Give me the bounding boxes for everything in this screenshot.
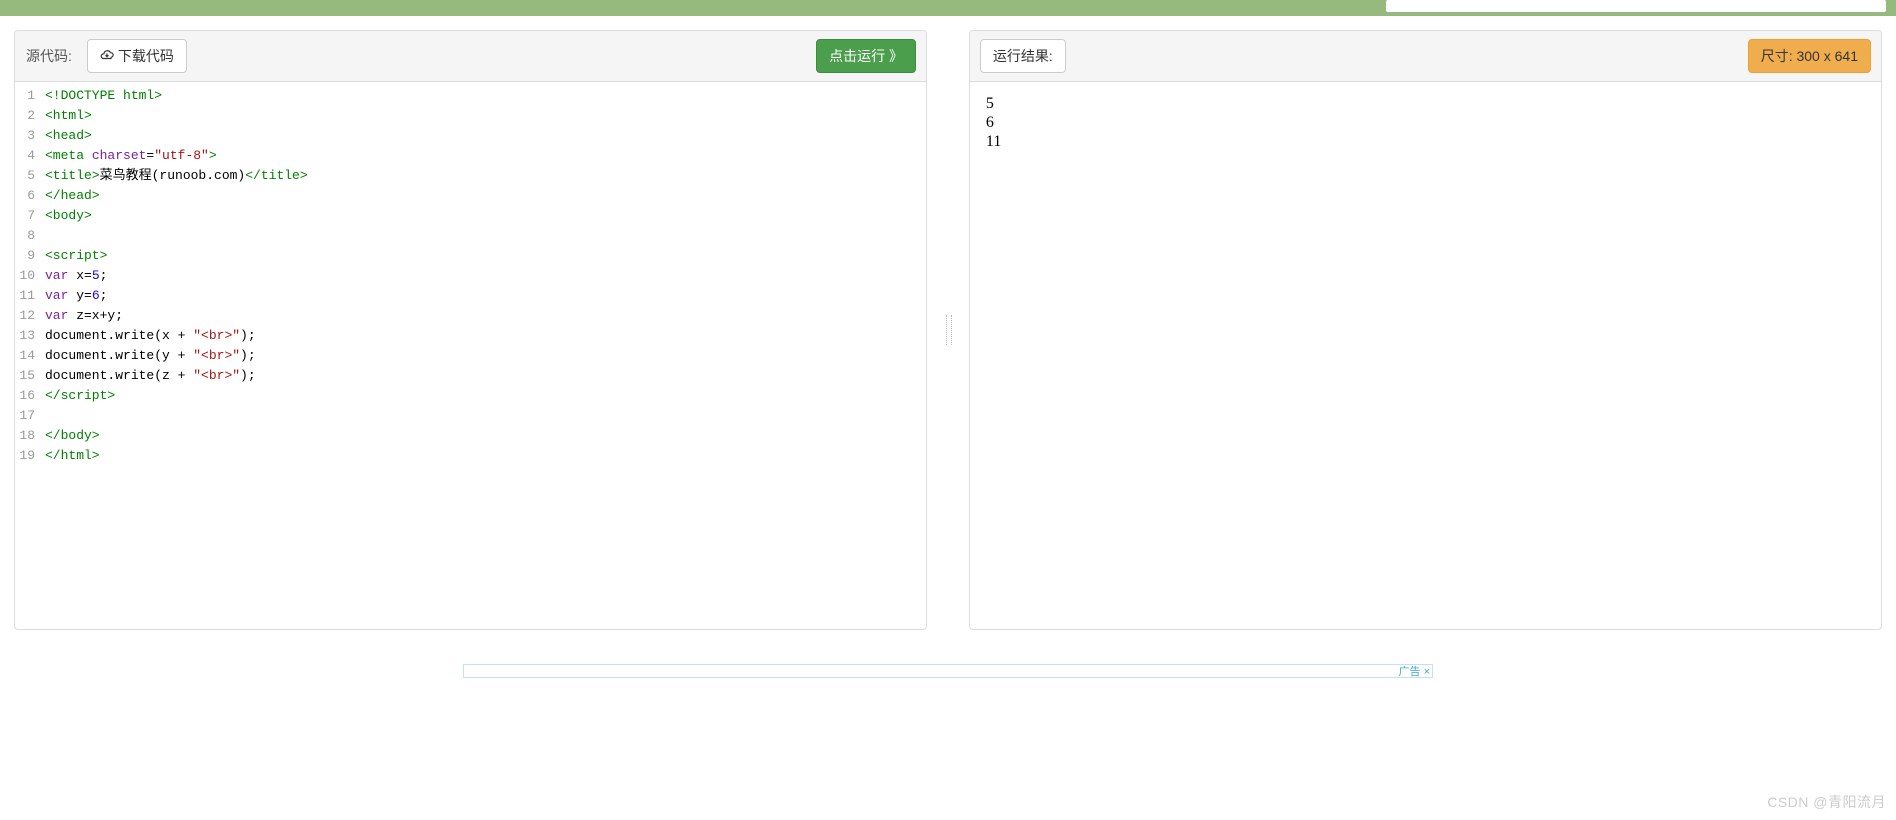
line-number: 9 bbox=[15, 246, 35, 266]
output-line: 6 bbox=[986, 113, 1865, 132]
result-output: 5611 bbox=[970, 82, 1881, 629]
run-button-label: 点击运行 》 bbox=[829, 46, 903, 66]
cloud-download-icon bbox=[100, 48, 114, 65]
line-number: 4 bbox=[15, 146, 35, 166]
code-line[interactable]: <html> bbox=[45, 106, 920, 126]
line-number: 17 bbox=[15, 406, 35, 426]
code-line[interactable] bbox=[45, 226, 920, 246]
code-line[interactable]: </head> bbox=[45, 186, 920, 206]
code-line[interactable] bbox=[45, 406, 920, 426]
line-number: 3 bbox=[15, 126, 35, 146]
line-number: 8 bbox=[15, 226, 35, 246]
download-code-label: 下载代码 bbox=[118, 46, 174, 66]
code-line[interactable]: document.write(y + "<br>"); bbox=[45, 346, 920, 366]
search-area-placeholder bbox=[1386, 0, 1886, 12]
line-number: 14 bbox=[15, 346, 35, 366]
code-editor[interactable]: 12345678910111213141516171819 <!DOCTYPE … bbox=[15, 82, 926, 629]
source-label: 源代码: bbox=[25, 39, 81, 73]
result-label: 运行结果: bbox=[980, 39, 1066, 73]
source-panel-header: 源代码: 下载代码 点击运行 》 bbox=[15, 31, 926, 82]
line-number: 7 bbox=[15, 206, 35, 226]
source-panel: 源代码: 下载代码 点击运行 》 12345678910111213141516… bbox=[14, 30, 927, 630]
code-line[interactable]: </body> bbox=[45, 426, 920, 446]
main-container: 源代码: 下载代码 点击运行 》 12345678910111213141516… bbox=[0, 16, 1896, 644]
output-line: 11 bbox=[986, 132, 1865, 151]
size-label: 尺寸: 300 x 641 bbox=[1761, 46, 1858, 66]
code-line[interactable]: var z=x+y; bbox=[45, 306, 920, 326]
line-number: 11 bbox=[15, 286, 35, 306]
ad-strip[interactable]: 广告 × bbox=[463, 664, 1433, 678]
line-number: 6 bbox=[15, 186, 35, 206]
line-number: 18 bbox=[15, 426, 35, 446]
run-button[interactable]: 点击运行 》 bbox=[816, 39, 916, 73]
code-line[interactable]: <script> bbox=[45, 246, 920, 266]
result-panel: 运行结果: 尺寸: 300 x 641 5611 bbox=[969, 30, 1882, 630]
code-content[interactable]: <!DOCTYPE html><html><head><meta charset… bbox=[39, 82, 926, 629]
code-line[interactable]: <body> bbox=[45, 206, 920, 226]
top-banner bbox=[0, 0, 1896, 16]
line-number: 5 bbox=[15, 166, 35, 186]
watermark: CSDN @青阳流月 bbox=[1767, 792, 1886, 812]
result-header-left: 运行结果: bbox=[980, 39, 1066, 73]
code-line[interactable]: <!DOCTYPE html> bbox=[45, 86, 920, 106]
code-line[interactable]: document.write(z + "<br>"); bbox=[45, 366, 920, 386]
line-number: 13 bbox=[15, 326, 35, 346]
code-line[interactable]: <head> bbox=[45, 126, 920, 146]
source-header-left: 源代码: 下载代码 bbox=[25, 39, 187, 73]
line-number-gutter: 12345678910111213141516171819 bbox=[15, 82, 39, 629]
panel-divider[interactable] bbox=[945, 30, 951, 630]
code-line[interactable]: var x=5; bbox=[45, 266, 920, 286]
result-panel-header: 运行结果: 尺寸: 300 x 641 bbox=[970, 31, 1881, 82]
line-number: 16 bbox=[15, 386, 35, 406]
code-line[interactable]: <meta charset="utf-8"> bbox=[45, 146, 920, 166]
line-number: 15 bbox=[15, 366, 35, 386]
size-button[interactable]: 尺寸: 300 x 641 bbox=[1748, 39, 1871, 73]
line-number: 19 bbox=[15, 446, 35, 466]
download-code-button[interactable]: 下载代码 bbox=[87, 39, 187, 73]
code-line[interactable]: var y=6; bbox=[45, 286, 920, 306]
line-number: 10 bbox=[15, 266, 35, 286]
line-number: 2 bbox=[15, 106, 35, 126]
ad-tag: 广告 × bbox=[1399, 663, 1431, 679]
ad-close[interactable]: × bbox=[1424, 666, 1430, 678]
line-number: 1 bbox=[15, 86, 35, 106]
code-line[interactable]: document.write(x + "<br>"); bbox=[45, 326, 920, 346]
code-line[interactable]: </html> bbox=[45, 446, 920, 466]
output-line: 5 bbox=[986, 94, 1865, 113]
ad-label-text: 广告 bbox=[1399, 666, 1421, 678]
line-number: 12 bbox=[15, 306, 35, 326]
code-line[interactable]: <title>菜鸟教程(runoob.com)</title> bbox=[45, 166, 920, 186]
code-line[interactable]: </script> bbox=[45, 386, 920, 406]
